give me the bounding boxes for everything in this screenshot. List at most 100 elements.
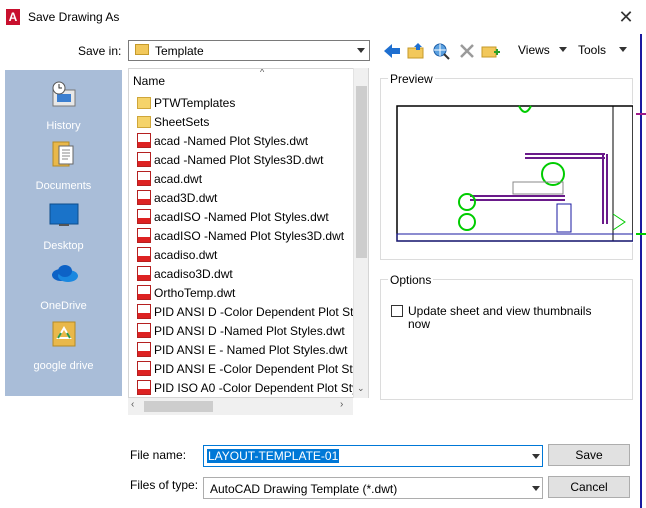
dwt-file-icon	[137, 323, 151, 338]
column-header-name[interactable]: Name	[133, 74, 165, 88]
chevron-down-icon[interactable]	[532, 454, 540, 459]
file-list-item[interactable]: PID ISO A0 -Color Dependent Plot Styl	[137, 378, 367, 397]
horizontal-scrollbar[interactable]: ‹ ›	[128, 398, 353, 415]
save-in-label: Save in:	[78, 44, 121, 58]
file-list-item[interactable]: SheetSets	[137, 112, 367, 131]
chevron-down-icon	[357, 48, 365, 53]
views-menu[interactable]: Views	[518, 43, 550, 57]
folder-icon	[135, 44, 149, 55]
update-thumbnails-checkbox[interactable]	[391, 305, 403, 317]
place-google-drive[interactable]: google drive	[5, 316, 122, 376]
place-history[interactable]: History	[5, 76, 122, 136]
chevron-down-icon[interactable]	[532, 486, 540, 491]
tools-menu[interactable]: Tools	[578, 43, 606, 57]
scroll-right-icon[interactable]: ›	[340, 399, 343, 410]
file-name-text: acad.dwt	[154, 172, 202, 186]
dwt-file-icon	[137, 171, 151, 186]
file-list-item[interactable]: acadiso.dwt	[137, 245, 367, 264]
vertical-scrollbar[interactable]: ⌄	[353, 68, 368, 398]
file-list-item[interactable]: OrthoTemp.dwt	[137, 283, 367, 302]
file-list-item[interactable]: PTWTemplates	[137, 93, 367, 112]
dwt-file-icon	[137, 190, 151, 205]
new-folder-icon[interactable]	[480, 41, 502, 61]
dwt-file-icon	[137, 209, 151, 224]
update-thumbnails-label[interactable]: Update sheet and view thumbnails now	[408, 305, 608, 331]
place-label: OneDrive	[5, 300, 122, 312]
documents-icon	[49, 140, 79, 168]
file-list-item[interactable]: PID ANSI E -Color Dependent Plot Styl	[137, 359, 367, 378]
file-list-item[interactable]: PID ANSI E - Named Plot Styles.dwt	[137, 340, 367, 359]
file-name-text: acadiso3D.dwt	[154, 267, 233, 281]
history-icon	[49, 80, 79, 108]
tools-dropdown-icon[interactable]	[619, 47, 627, 52]
place-label: Desktop	[5, 240, 122, 252]
file-name-text: PID ANSI D -Named Plot Styles.dwt	[154, 324, 345, 338]
file-name-text: acad -Named Plot Styles.dwt	[154, 134, 308, 148]
file-list-item[interactable]: PID ANSI D -Color Dependent Plot Styl	[137, 302, 367, 321]
file-list-item[interactable]: acad.dwt	[137, 169, 367, 188]
file-list-item[interactable]: acadiso3D.dwt	[137, 264, 367, 283]
file-name-text: PID ANSI D -Color Dependent Plot Styl	[154, 305, 362, 319]
scroll-down-icon[interactable]: ⌄	[357, 383, 365, 394]
background-drawing-edge	[636, 34, 646, 508]
window-title: Save Drawing As	[28, 10, 119, 24]
scrollbar-thumb[interactable]	[356, 86, 367, 258]
dwt-file-icon	[137, 380, 151, 395]
place-label: History	[5, 120, 122, 132]
file-name-text: PID ANSI E -Color Dependent Plot Styl	[154, 362, 361, 376]
cancel-button[interactable]: Cancel	[548, 476, 630, 498]
options-label: Options	[388, 273, 433, 287]
dwt-file-icon	[137, 285, 151, 300]
file-name-text: PID ANSI E - Named Plot Styles.dwt	[154, 343, 347, 357]
place-documents[interactable]: Documents	[5, 136, 122, 196]
file-name-text: acadISO -Named Plot Styles3D.dwt	[154, 229, 344, 243]
file-type-dropdown[interactable]: AutoCAD Drawing Template (*.dwt)	[203, 477, 543, 499]
place-desktop[interactable]: Desktop	[5, 196, 122, 256]
desktop-icon	[49, 200, 79, 228]
sort-ascending-icon: ^	[260, 68, 264, 77]
file-list-item[interactable]: acadISO -Named Plot Styles3D.dwt	[137, 226, 367, 245]
dwt-file-icon	[137, 228, 151, 243]
close-icon[interactable]: ✕	[614, 6, 638, 28]
preview-label: Preview	[388, 72, 435, 86]
file-name-text: SheetSets	[154, 115, 209, 129]
views-dropdown-icon[interactable]	[559, 47, 567, 52]
folder-icon	[137, 116, 151, 128]
save-in-dropdown[interactable]: Template	[128, 40, 370, 61]
search-web-icon[interactable]	[430, 41, 452, 61]
place-label: Documents	[5, 180, 122, 192]
file-name-text: OrthoTemp.dwt	[154, 286, 235, 300]
scrollbar-thumb[interactable]	[144, 401, 213, 412]
file-list-item[interactable]: PID ANSI D -Named Plot Styles.dwt	[137, 321, 367, 340]
file-name-text: acadiso.dwt	[154, 248, 217, 262]
file-name-input[interactable]: LAYOUT-TEMPLATE-01	[203, 445, 543, 467]
google-drive-icon	[49, 320, 79, 348]
dwt-file-icon	[137, 247, 151, 262]
file-list-item[interactable]: acad -Named Plot Styles.dwt	[137, 131, 367, 150]
file-name-text: PTWTemplates	[154, 96, 235, 110]
file-list-item[interactable]: acadISO -Named Plot Styles.dwt	[137, 207, 367, 226]
dwt-file-icon	[137, 152, 151, 167]
options-group	[380, 279, 633, 400]
save-button[interactable]: Save	[548, 444, 630, 466]
scroll-left-icon[interactable]: ‹	[131, 399, 134, 410]
file-list-item[interactable]: acad3D.dwt	[137, 188, 367, 207]
place-onedrive[interactable]: OneDrive	[5, 256, 122, 316]
file-type-label: Files of type:	[130, 478, 198, 492]
places-bar: History Documents Desktop OneDrive googl…	[5, 70, 122, 396]
dwt-file-icon	[137, 266, 151, 281]
place-label: google drive	[5, 360, 122, 372]
file-name-value: LAYOUT-TEMPLATE-01	[207, 449, 339, 463]
back-arrow-icon[interactable]	[381, 41, 403, 61]
folder-icon	[137, 97, 151, 109]
dwt-file-icon	[137, 342, 151, 357]
delete-icon[interactable]	[456, 41, 478, 61]
up-folder-icon[interactable]	[405, 41, 427, 61]
file-name-text: acadISO -Named Plot Styles.dwt	[154, 210, 329, 224]
file-list-item[interactable]: acad -Named Plot Styles3D.dwt	[137, 150, 367, 169]
dwt-file-icon	[137, 361, 151, 376]
dwt-file-icon	[137, 133, 151, 148]
autocad-app-icon: A	[6, 9, 20, 25]
onedrive-icon	[49, 260, 79, 288]
file-list[interactable]: Name ^ PTWTemplates SheetSets acad -Named …	[128, 68, 369, 398]
